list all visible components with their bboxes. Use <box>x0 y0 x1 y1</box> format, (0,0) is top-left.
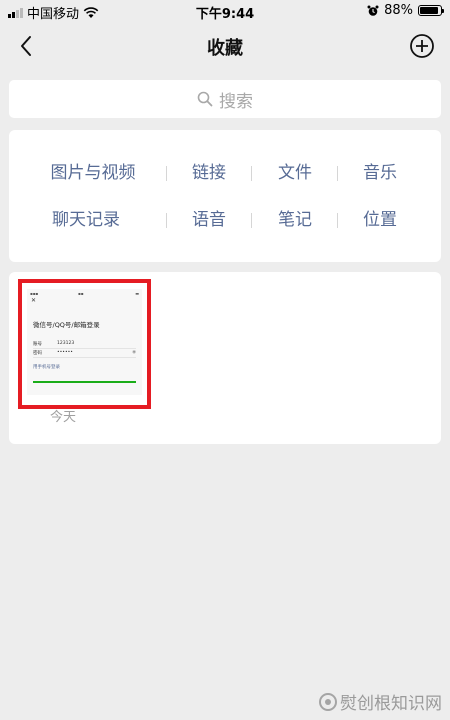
battery-percent: 88% <box>384 3 413 18</box>
back-button[interactable] <box>12 32 40 60</box>
thumbnail-button <box>33 381 136 383</box>
category-links[interactable]: 链接 <box>179 158 239 188</box>
category-row: 图片与视频 链接 文件 音乐 <box>9 158 441 188</box>
page-title: 收藏 <box>207 38 243 59</box>
watermark-text: 熨创根知识网 <box>340 694 442 714</box>
chevron-left-icon <box>21 36 31 56</box>
category-files[interactable]: 文件 <box>265 158 325 188</box>
thumbnail-link: 用手机号登录 <box>33 365 60 370</box>
thumbnail-account-label: 账号 <box>33 342 42 347</box>
thumbnail-account-value: 123123 <box>57 341 75 346</box>
battery-icon <box>418 5 444 16</box>
category-location[interactable]: 位置 <box>350 205 410 235</box>
search-icon <box>197 91 213 107</box>
thumbnail-divider <box>33 357 136 358</box>
favorite-thumbnail: ▪▪▪ ▪▪ ▬ ✕ 微信号/QQ号/邮箱登录 账号 123123 密码 •••… <box>27 289 142 395</box>
category-divider <box>251 166 252 181</box>
category-photos-videos[interactable]: 图片与视频 <box>43 158 143 188</box>
watermark: 熨创根知识网 <box>319 689 442 714</box>
alarm-icon <box>367 5 379 16</box>
category-divider <box>166 166 167 181</box>
nav-bar: 收藏 <box>0 22 450 70</box>
category-voice[interactable]: 语音 <box>179 205 239 235</box>
watermark-logo-icon <box>319 692 337 711</box>
favorite-date: 今天 <box>50 410 77 425</box>
category-divider <box>337 213 338 228</box>
category-divider <box>251 213 252 228</box>
category-chat-history[interactable]: 聊天记录 <box>43 205 129 235</box>
thumbnail-title: 微信号/QQ号/邮箱登录 <box>33 321 100 329</box>
status-right: 88% <box>367 3 444 18</box>
thumbnail-eye-icon: ◉ <box>132 350 136 355</box>
thumbnail-close-icon: ✕ <box>31 297 37 304</box>
category-notes[interactable]: 笔记 <box>265 205 325 235</box>
status-bar: 中国移动 下午9:44 88% <box>0 0 450 22</box>
category-row: 聊天记录 语音 笔记 位置 <box>9 205 441 235</box>
thumbnail-divider <box>33 348 136 349</box>
add-circle-icon <box>410 34 434 58</box>
favorites-list: ▪▪▪ ▪▪ ▬ ✕ 微信号/QQ号/邮箱登录 账号 123123 密码 •••… <box>9 272 441 444</box>
favorite-item[interactable]: ▪▪▪ ▪▪ ▬ ✕ 微信号/QQ号/邮箱登录 账号 123123 密码 •••… <box>18 279 151 409</box>
search-input[interactable]: 搜索 <box>9 80 441 118</box>
category-panel: 图片与视频 链接 文件 音乐 聊天记录 语音 笔记 位置 <box>9 130 441 262</box>
thumbnail-password-value: •••••• <box>57 350 73 355</box>
thumbnail-status-bar: ▪▪▪ ▪▪ ▬ <box>30 291 139 296</box>
battery-fill <box>420 7 438 14</box>
search-placeholder: 搜索 <box>219 91 253 112</box>
category-divider <box>166 213 167 228</box>
category-divider <box>337 166 338 181</box>
category-music[interactable]: 音乐 <box>350 158 410 188</box>
add-favorite-button[interactable] <box>408 32 436 60</box>
thumbnail-password-label: 密码 <box>33 351 42 356</box>
